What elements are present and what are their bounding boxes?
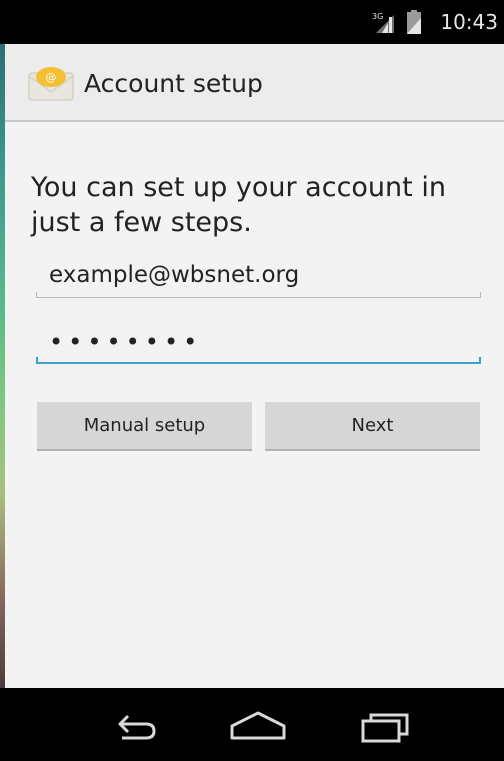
screen: 3G 10:43 @ Account setup You can set up … xyxy=(0,0,504,761)
email-field-underline xyxy=(36,292,481,298)
email-app-icon[interactable]: @ xyxy=(27,65,75,101)
recent-apps-icon[interactable] xyxy=(354,706,418,746)
signal-icon: 3G xyxy=(372,12,394,33)
next-button[interactable]: Next xyxy=(265,402,480,451)
password-field-underline xyxy=(36,357,481,364)
page-title: Account setup xyxy=(84,69,263,98)
email-field[interactable] xyxy=(36,252,481,298)
manual-setup-button[interactable]: Manual setup xyxy=(37,402,252,451)
home-icon[interactable] xyxy=(226,706,290,746)
network-type-label: 3G xyxy=(372,12,383,21)
navigation-bar xyxy=(0,688,504,761)
app-icon-glyph: @ xyxy=(46,71,57,84)
battery-icon xyxy=(407,10,421,34)
password-field[interactable] xyxy=(36,319,481,365)
action-bar: @ Account setup xyxy=(5,44,504,122)
status-time: 10:43 xyxy=(440,10,498,34)
intro-text: You can set up your account in just a fe… xyxy=(31,172,446,238)
status-bar: 3G 10:43 xyxy=(0,0,504,44)
back-icon[interactable] xyxy=(98,706,162,746)
account-setup-form: You can set up your account in just a fe… xyxy=(5,122,504,688)
